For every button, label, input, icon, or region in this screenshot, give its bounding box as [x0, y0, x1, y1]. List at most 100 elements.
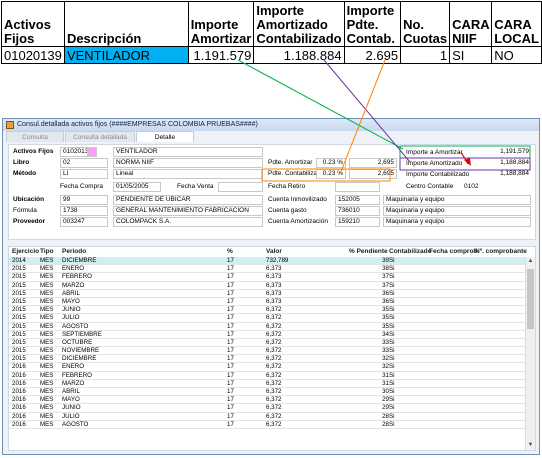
libro-code[interactable]: 02	[60, 158, 108, 168]
fecha-retiro-value[interactable]	[335, 182, 380, 192]
header-activos-fijos: Activos Fijos	[1, 1, 65, 47]
table-cell: 2015	[12, 297, 26, 305]
scroll-down-icon[interactable]: ▼	[527, 441, 534, 450]
table-row[interactable]: 2015 MES JULIO 17 6,372 35 Si	[9, 314, 525, 323]
table-cell: OCTUBRE	[62, 338, 93, 346]
table-row[interactable]: 2016 MES ENERO 17 6,372 32 Si	[9, 363, 525, 372]
table-cell: 17	[227, 347, 234, 355]
spreadsheet-table: Activos Fijos Descripción Importe Amorti…	[1, 1, 542, 64]
table-cell: MES	[40, 388, 54, 395]
table-row[interactable]: 2016 MES JUNIO 17 6,372 29 Si	[9, 404, 525, 413]
table-cell: 17	[227, 289, 234, 297]
table-cell: 2016	[12, 420, 26, 428]
table-row[interactable]: 2015 MES SEPTIEMBRE 17 6,372 34 Si	[9, 331, 525, 339]
tab-bar: Consulta Consulta detallada Detalle	[3, 131, 539, 142]
table-cell: MAYO	[62, 297, 80, 305]
col-pct-pendiente[interactable]: % Pendiente	[349, 248, 388, 255]
table-cell: FEBRERO	[62, 371, 92, 379]
cell-cara-niif[interactable]: SI	[449, 46, 493, 64]
table-row[interactable]: 2015 MES JUNIO 17 6,372 35 Si	[9, 306, 525, 315]
activos-fijos-lookup[interactable]	[88, 147, 97, 157]
col-tipo[interactable]: Tipo	[40, 248, 54, 255]
pdte-contabilizar-pct: 0.23 %	[316, 169, 346, 179]
table-cell: 37	[382, 281, 389, 289]
scroll-thumb[interactable]	[527, 269, 534, 329]
table-row[interactable]: 2016 MES FEBRERO 17 6,372 31 Si	[9, 372, 525, 380]
table-cell: 17	[227, 404, 234, 412]
col-contabilizado[interactable]: Contabilizado	[389, 248, 432, 255]
table-cell: 28	[382, 412, 389, 420]
table-cell: 6,373	[266, 273, 282, 281]
formula-desc: GENERAL MANTENIMIENTO FABRICACION	[113, 206, 263, 216]
window-titlebar[interactable]: Consul.detallada activos fijos (####EMPR…	[3, 119, 539, 131]
table-row[interactable]: 2015 MES FEBRERO 17 6,373 37 Si	[9, 273, 525, 282]
tab-consulta[interactable]: Consulta	[6, 131, 64, 142]
table-row[interactable]: 2014 MES DICIEMBRE 17 732,789 39 Si	[9, 257, 525, 266]
cuenta-inmovilizado-code[interactable]: 152005	[335, 195, 380, 205]
col-ejercicio[interactable]: Ejercicio	[12, 248, 39, 255]
activos-fijos-code[interactable]: 01020139	[60, 147, 88, 157]
table-cell: MES	[40, 338, 54, 346]
table-row[interactable]: 2015 MES MAYO 17 6,373 36 Si	[9, 297, 525, 307]
cell-cara-local[interactable]: NO	[491, 46, 542, 64]
metodo-code[interactable]: LI	[60, 169, 108, 179]
col-pct[interactable]: %	[227, 248, 233, 255]
table-row[interactable]: 2015 MES AGOSTO 17 6,372 35 Si	[9, 323, 525, 331]
ubicacion-code[interactable]: 99	[60, 195, 108, 205]
table-cell: MES	[40, 363, 54, 371]
table-cell: MES	[40, 330, 54, 338]
formula-code[interactable]: 1738	[60, 206, 108, 216]
table-cell: 32	[382, 355, 389, 363]
activos-fijos-desc: VENTILADOR	[113, 147, 263, 157]
cell-descripcion[interactable]: VENTILADOR	[63, 46, 189, 64]
cuenta-inmovilizado-label: Cuenta Inmovilizado	[268, 196, 327, 203]
table-cell: 17	[227, 273, 234, 281]
table-cell: MES	[40, 265, 54, 273]
col-num-comprobante[interactable]: Nº. comprobante	[475, 248, 527, 255]
col-fecha-comprob[interactable]: Fecha comprob	[429, 248, 477, 255]
table-cell: 6,373	[266, 289, 282, 297]
pdte-amortizar-pct: 0.23 %	[316, 158, 346, 168]
table-cell: 732,789	[266, 257, 289, 264]
importe-contabilizado-value: 1,188,884	[500, 170, 529, 177]
table-row[interactable]: 2016 MES ABRIL 17 6,372 30 Si	[9, 388, 525, 397]
importe-contabilizado-label: Importe Contabilizado	[406, 171, 470, 178]
table-row[interactable]: 2016 MES AGOSTO 17 6,372 28 Si	[9, 421, 525, 429]
table-row[interactable]: 2015 MES ENERO 17 6,373 38 Si	[9, 265, 525, 274]
fecha-compra-value[interactable]: 01/05/2005	[113, 182, 161, 192]
cuenta-amortizacion-code[interactable]: 159210	[335, 217, 380, 227]
table-row[interactable]: 2015 MES NOVIEMBRE 17 6,372 33 Si	[9, 347, 525, 356]
cell-importe-pdte[interactable]: 2.695	[343, 46, 402, 64]
tab-detalle[interactable]: Detalle	[136, 131, 194, 142]
table-cell: 6,373	[266, 281, 282, 289]
table-cell: DICIEMBRE	[62, 257, 97, 264]
col-periodo[interactable]: Periodo	[62, 248, 86, 255]
importe-amortizar-value: 1,191,579	[500, 148, 529, 155]
grid-scrollbar[interactable]: ▲ ▼	[525, 257, 535, 450]
cell-importe-amortizar[interactable]: 1.191.579	[187, 46, 255, 64]
table-row[interactable]: 2016 MES MARZO 17 6,372 31 Si	[9, 380, 525, 388]
table-cell: JULIO	[62, 412, 80, 420]
table-cell: Si	[389, 338, 395, 346]
fecha-venta-value[interactable]	[218, 182, 263, 192]
fecha-compra-label: Fecha Compra	[60, 183, 103, 190]
importe-amortizar-label: Importe a Amortizar	[406, 149, 463, 156]
tab-consulta-detallada[interactable]: Consulta detallada	[65, 131, 135, 142]
cell-activo-fijo[interactable]: 01020139	[1, 46, 65, 64]
proveedor-code[interactable]: 003247	[60, 217, 108, 227]
table-cell: 2016	[12, 371, 26, 379]
cell-no-cuotas[interactable]: 1	[400, 46, 451, 64]
table-row[interactable]: 2015 MES ABRIL 17 6,373 36 Si	[9, 290, 525, 298]
table-row[interactable]: 2015 MES MARZO 17 6,373 37 Si	[9, 282, 525, 290]
col-valor[interactable]: Valor	[266, 248, 282, 255]
cuenta-gasto-code[interactable]: 736010	[335, 206, 380, 216]
table-cell: 2015	[12, 322, 26, 330]
table-row[interactable]: 2015 MES DICIEMBRE 17 6,372 32 Si	[9, 355, 525, 364]
fecha-retiro-label: Fecha Retiro	[268, 183, 306, 190]
table-row[interactable]: 2016 MES MAYO 17 6,372 29 Si	[9, 396, 525, 405]
table-row[interactable]: 2016 MES JULIO 17 6,372 28 Si	[9, 413, 525, 421]
table-row[interactable]: 2015 MES OCTUBRE 17 6,372 33 Si	[9, 338, 525, 348]
cell-importe-amortizado[interactable]: 1.188.884	[253, 46, 345, 64]
scroll-up-icon[interactable]: ▲	[527, 257, 534, 266]
table-cell: 6,373	[266, 265, 282, 273]
